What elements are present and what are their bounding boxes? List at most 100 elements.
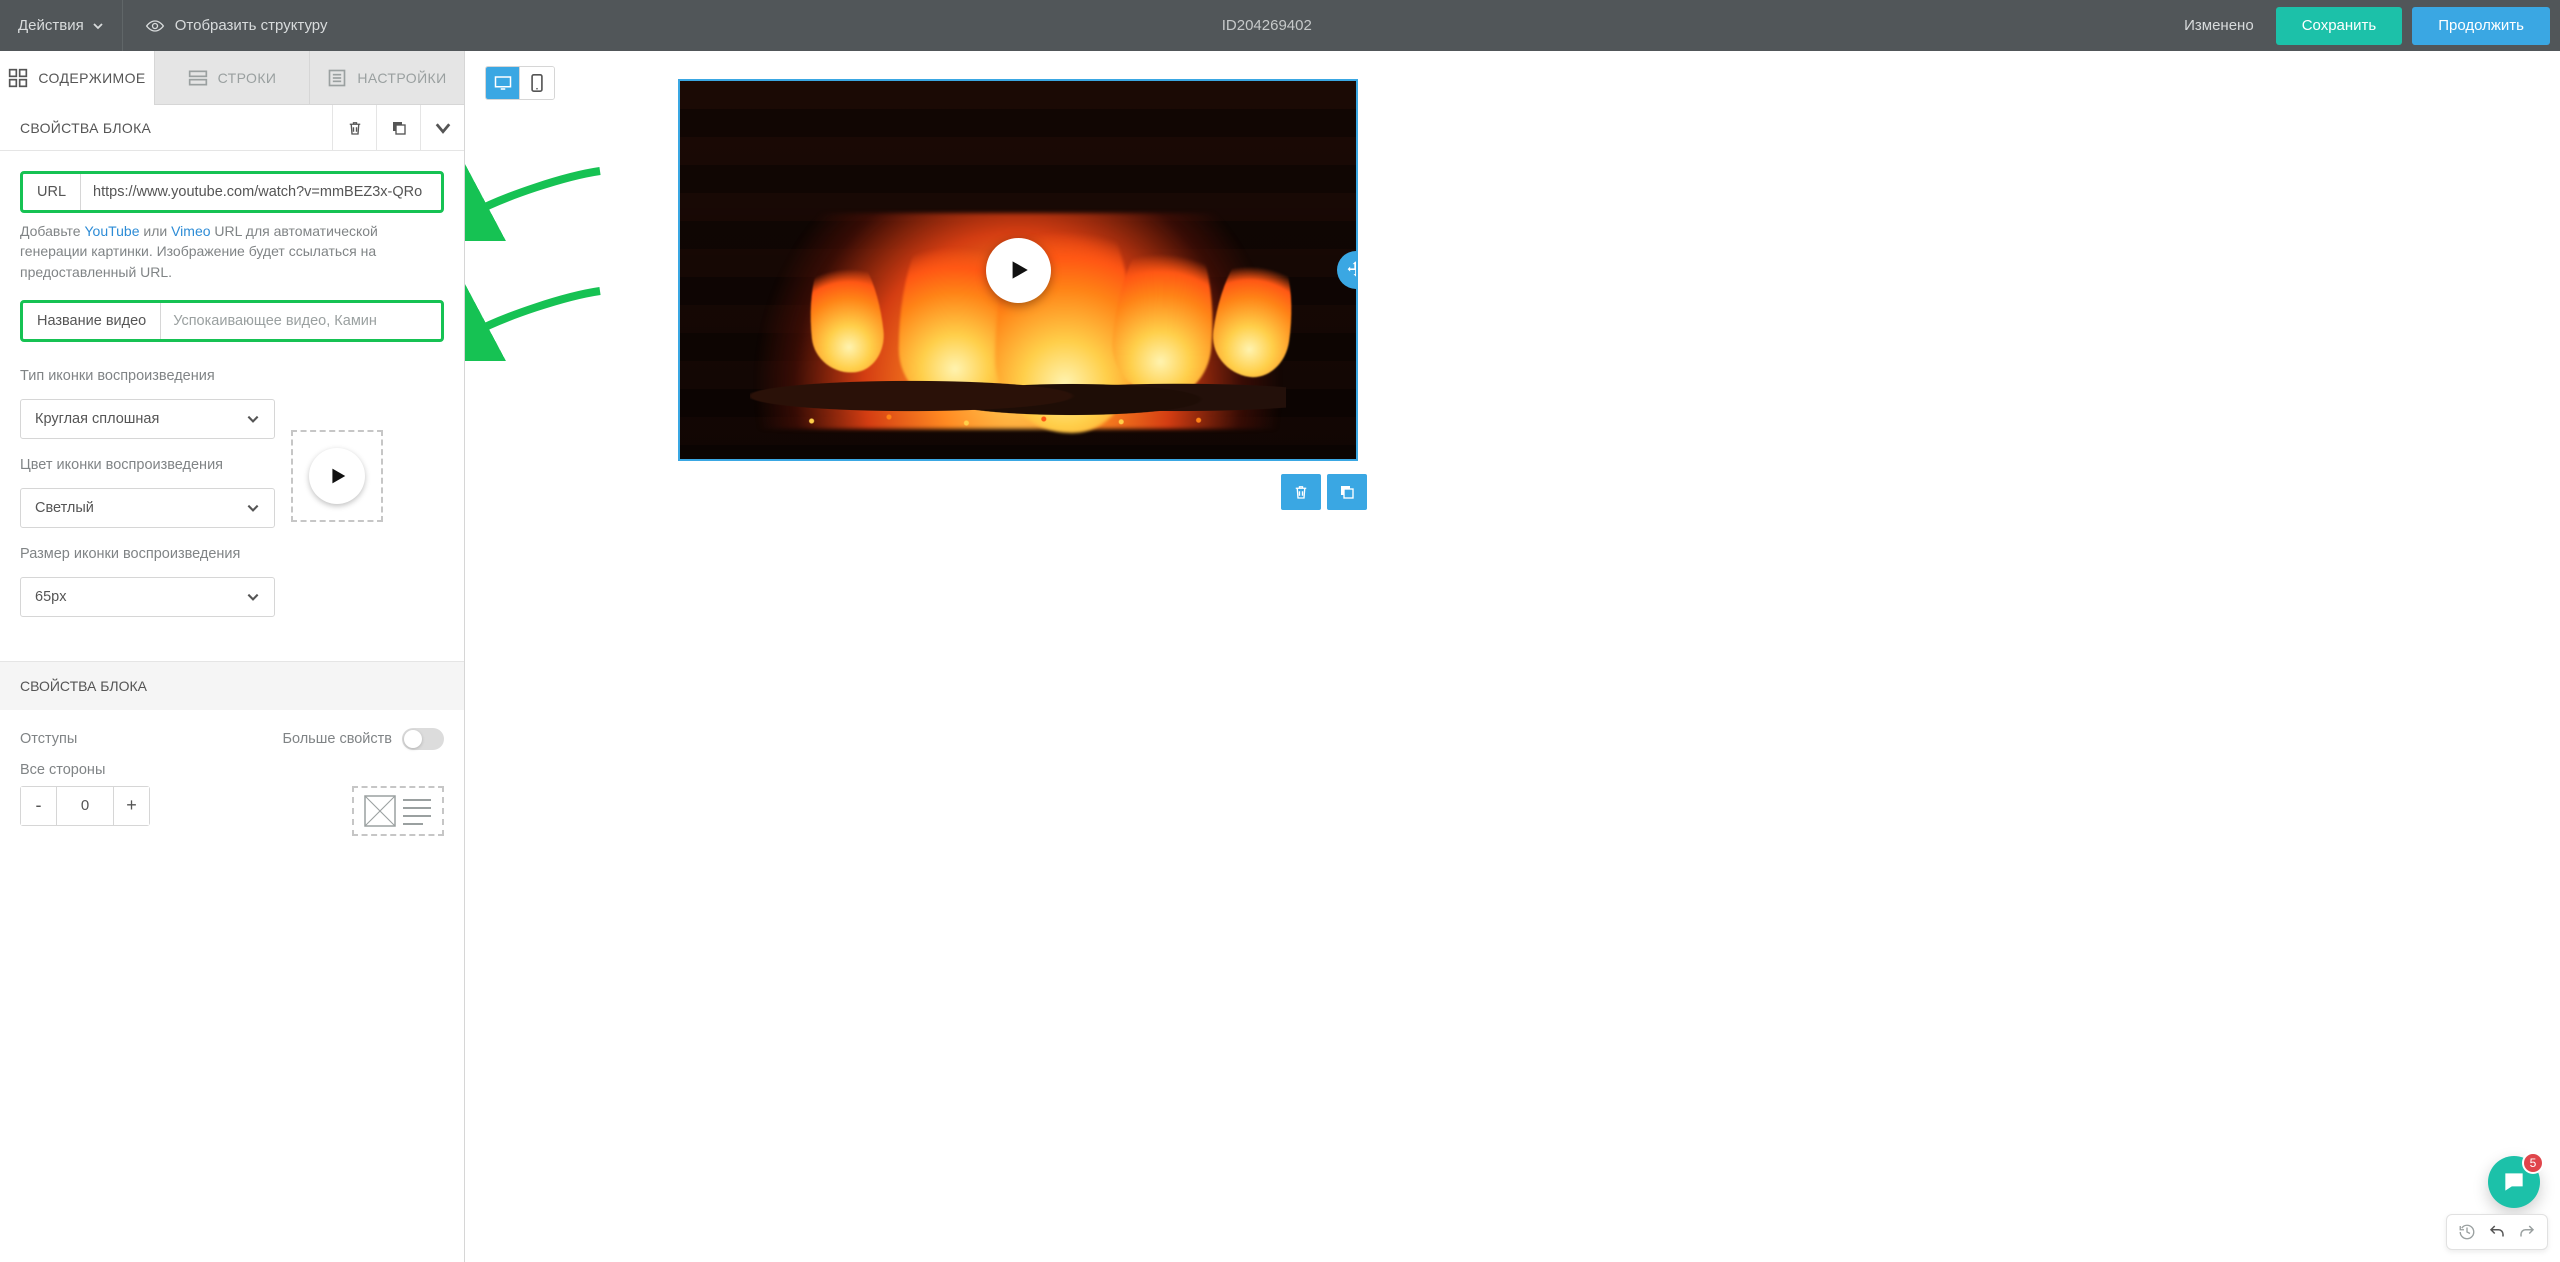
trash-icon <box>1292 483 1310 501</box>
status-text: Изменено <box>2184 17 2254 34</box>
tab-rows-label: СТРОКИ <box>218 70 277 86</box>
view-toggle <box>485 66 555 100</box>
topbar-left: Действия Отобразить структуру <box>0 0 349 51</box>
redo-button[interactable] <box>2513 1219 2541 1245</box>
paddings-section: Отступы Больше свойств Все стороны - + <box>0 710 464 836</box>
padding-preview-icon <box>363 794 433 828</box>
icon-type-value: Круглая сплошная <box>35 411 159 427</box>
rows-icon <box>188 68 208 88</box>
padding-spinner: - + <box>20 786 150 826</box>
url-highlight: URL <box>20 171 444 213</box>
desktop-view-button[interactable] <box>486 67 520 99</box>
url-field-label: URL <box>23 174 81 210</box>
icon-type-label: Тип иконки воспроизведения <box>20 368 275 384</box>
actions-label: Действия <box>18 17 84 34</box>
mobile-view-button[interactable] <box>520 67 554 99</box>
redo-icon <box>2518 1223 2536 1241</box>
icon-size-select[interactable]: 65px <box>20 577 275 617</box>
video-title-field: Название видео <box>23 303 441 339</box>
chevron-down-icon <box>433 118 453 138</box>
section-body: URL Добавьте YouTube или Vimeo URL для а… <box>0 151 464 637</box>
vimeo-link[interactable]: Vimeo <box>171 223 210 239</box>
tab-content[interactable]: СОДЕРЖИМОЕ <box>0 51 154 105</box>
trash-icon <box>346 119 364 137</box>
help-or: или <box>140 223 172 239</box>
block-delete-button[interactable] <box>1281 474 1321 510</box>
desktop-icon <box>494 75 512 91</box>
topbar-right: Изменено Сохранить Продолжить <box>2184 0 2560 51</box>
canvas[interactable] <box>465 51 2560 1262</box>
annotation-arrow-1 <box>465 161 605 241</box>
continue-button[interactable]: Продолжить <box>2412 7 2550 45</box>
save-button[interactable]: Сохранить <box>2276 7 2403 45</box>
url-help-text: Добавьте YouTube или Vimeo URL для автом… <box>20 221 444 282</box>
play-icon-preview-circle <box>309 448 365 504</box>
padding-preview <box>352 786 444 836</box>
main: СОДЕРЖИМОЕ СТРОКИ НАСТРОЙКИ СВОЙСТВА БЛО… <box>0 51 2560 1262</box>
sidebar: СОДЕРЖИМОЕ СТРОКИ НАСТРОЙКИ СВОЙСТВА БЛО… <box>0 51 465 1262</box>
mobile-icon <box>531 74 543 92</box>
paddings-label: Отступы <box>20 731 77 747</box>
icon-size-label: Размер иконки воспроизведения <box>20 546 275 562</box>
video-title-input[interactable] <box>161 303 441 339</box>
chevron-down-icon <box>246 412 260 426</box>
section-header: СВОЙСТВА БЛОКА <box>0 105 464 151</box>
padding-input[interactable] <box>56 787 114 825</box>
play-icon <box>326 465 348 487</box>
duplicate-block-button[interactable] <box>376 105 420 151</box>
play-button-overlay[interactable] <box>986 238 1051 303</box>
content-icon <box>8 68 28 88</box>
chat-icon <box>2501 1169 2527 1195</box>
url-input[interactable] <box>81 174 441 210</box>
section-title-2: СВОЙСТВА БЛОКА <box>0 661 464 710</box>
annotation-arrow-2 <box>465 281 605 361</box>
padding-increment[interactable]: + <box>114 787 149 825</box>
move-icon <box>1346 260 1358 280</box>
icon-color-label: Цвет иконки воспроизведения <box>20 457 275 473</box>
undo-icon <box>2488 1223 2506 1241</box>
youtube-link[interactable]: YouTube <box>84 223 139 239</box>
undo-button[interactable] <box>2483 1219 2511 1245</box>
chat-fab[interactable]: 5 <box>2488 1156 2540 1208</box>
chevron-down-icon <box>92 20 104 32</box>
icon-color-select[interactable]: Светлый <box>20 488 275 528</box>
section-title: СВОЙСТВА БЛОКА <box>0 120 332 136</box>
history-bar <box>2446 1214 2548 1250</box>
history-button[interactable] <box>2453 1219 2481 1245</box>
play-icon-preview <box>291 430 383 522</box>
history-icon <box>2458 1223 2476 1241</box>
icon-type-select[interactable]: Круглая сплошная <box>20 399 275 439</box>
play-icon <box>1005 257 1031 283</box>
delete-block-button[interactable] <box>332 105 376 151</box>
tab-content-label: СОДЕРЖИМОЕ <box>38 70 145 86</box>
show-structure-button[interactable]: Отобразить структуру <box>123 0 350 51</box>
icon-size-value: 65px <box>35 589 66 605</box>
more-props-label: Больше свойств <box>282 731 392 747</box>
document-id: ID204269402 <box>349 17 2184 34</box>
chevron-down-icon <box>246 590 260 604</box>
properties-panel: СВОЙСТВА БЛОКА URL <box>0 105 464 1262</box>
topbar: Действия Отобразить структуру ID20426940… <box>0 0 2560 51</box>
tablist: СОДЕРЖИМОЕ СТРОКИ НАСТРОЙКИ <box>0 51 464 105</box>
copy-icon <box>390 119 408 137</box>
tab-rows[interactable]: СТРОКИ <box>154 51 309 105</box>
title-field-label: Название видео <box>23 303 161 339</box>
video-block[interactable] <box>678 79 1358 461</box>
actions-dropdown[interactable]: Действия <box>0 0 122 51</box>
more-props-toggle[interactable] <box>402 728 444 750</box>
copy-icon <box>1338 483 1356 501</box>
url-field: URL <box>23 174 441 210</box>
block-duplicate-button[interactable] <box>1327 474 1367 510</box>
help-prefix: Добавьте <box>20 223 84 239</box>
block-actions <box>1281 474 1367 510</box>
tab-settings[interactable]: НАСТРОЙКИ <box>309 51 464 105</box>
eye-icon <box>145 19 165 33</box>
play-icon-controls: Тип иконки воспроизведения Круглая сплош… <box>20 368 275 617</box>
padding-decrement[interactable]: - <box>21 787 56 825</box>
collapse-section-button[interactable] <box>420 105 464 151</box>
show-structure-label: Отобразить структуру <box>175 17 328 34</box>
title-highlight: Название видео <box>20 300 444 342</box>
settings-icon <box>327 68 347 88</box>
chat-badge: 5 <box>2522 1152 2544 1174</box>
all-sides-label: Все стороны <box>20 762 444 778</box>
